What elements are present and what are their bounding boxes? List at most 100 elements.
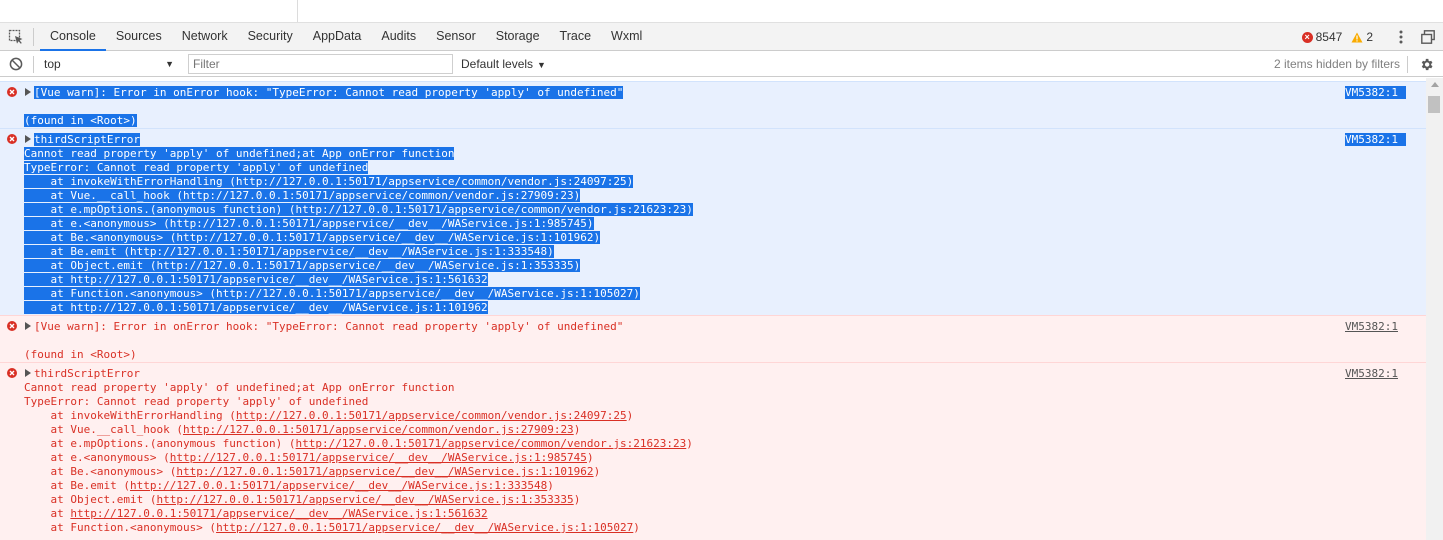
message-body: thirdScriptError Cannot read property 'ap… xyxy=(24,133,693,315)
tab-trace[interactable]: Trace xyxy=(550,23,602,51)
message-line: at Object.emit (http://127.0.0.1:50171/a… xyxy=(24,493,693,507)
message-line-text: at e.mpOptions.(anonymous function) (htt… xyxy=(24,203,693,216)
console-message[interactable]: VM5382:1 thirdScriptError Cannot read prop… xyxy=(0,128,1426,315)
message-line: at http://127.0.0.1:50171/appservice/__d… xyxy=(24,507,693,521)
warning-count-icon xyxy=(1351,32,1363,42)
error-icon xyxy=(7,368,17,378)
tab-network[interactable]: Network xyxy=(172,23,238,51)
error-count-icon: × xyxy=(1301,31,1313,43)
clear-console-icon[interactable] xyxy=(9,57,23,71)
message-line-text: at invokeWithErrorHandling (http://127.0… xyxy=(24,175,634,188)
message-line: at invokeWithErrorHandling (http://127.0… xyxy=(24,175,693,189)
stack-frame-link[interactable]: http://127.0.0.1:50171/appservice/common… xyxy=(236,409,627,422)
message-line: at e.<anonymous> (http://127.0.0.1:50171… xyxy=(24,451,693,465)
message-line: Cannot read property 'apply' of undefine… xyxy=(24,147,693,161)
message-source-text: VM5382:1 xyxy=(1345,86,1406,99)
stack-frame: at Vue.__call_hook (http://127.0.0.1:501… xyxy=(24,423,581,436)
message-line-text: thirdScriptError xyxy=(34,133,140,146)
message-source-link[interactable]: VM5382:1 xyxy=(1345,86,1406,100)
error-icon xyxy=(7,134,17,144)
message-line-text: thirdScriptError xyxy=(34,367,140,380)
inspect-element-icon[interactable] xyxy=(8,29,24,45)
context-value: top xyxy=(44,57,61,71)
message-source-text: VM5382:1 xyxy=(1345,133,1406,146)
stack-frame: at e.<anonymous> (http://127.0.0.1:50171… xyxy=(24,451,594,464)
scroll-thumb[interactable] xyxy=(1428,96,1440,113)
stack-frame-link[interactable]: http://127.0.0.1:50171/appservice/common… xyxy=(296,437,687,450)
tab-sensor[interactable]: Sensor xyxy=(426,23,486,51)
stack-frame-link[interactable]: http://127.0.0.1:50171/appservice/__dev_… xyxy=(170,451,587,464)
stack-frame-link[interactable]: http://127.0.0.1:50171/appservice/__dev_… xyxy=(216,521,633,534)
panel-tabs: Console Sources Network Security AppData Audi… xyxy=(40,23,652,51)
context-select[interactable]: top ▼ xyxy=(38,54,178,75)
console-message[interactable]: VM5382:1 [Vue warn]: Error in onError hoo… xyxy=(0,315,1426,362)
filter-divider xyxy=(33,56,34,73)
message-body: thirdScriptError Cannot read property 'ap… xyxy=(24,367,693,535)
more-options-icon[interactable] xyxy=(1397,29,1405,45)
tab-sources[interactable]: Sources xyxy=(106,23,172,51)
console-message[interactable]: VM5382:1 [Vue warn]: Error in onError hoo… xyxy=(0,81,1426,128)
tab-appdata[interactable]: AppData xyxy=(303,23,372,51)
message-source-link[interactable]: VM5382:1 xyxy=(1345,367,1398,381)
stack-frame-link[interactable]: http://127.0.0.1:50171/appservice/__dev_… xyxy=(130,479,547,492)
stack-frame: at invokeWithErrorHandling (http://127.0… xyxy=(24,409,634,422)
tab-console[interactable]: Console xyxy=(40,23,106,51)
stack-frame-link[interactable]: http://127.0.0.1:50171/appservice/__dev_… xyxy=(156,493,573,506)
top-strip-divider xyxy=(297,0,298,22)
message-line-text: [Vue warn]: Error in onError hook: "Type… xyxy=(34,320,624,333)
message-line xyxy=(24,334,623,348)
message-source-link[interactable]: VM5382:1 xyxy=(1345,133,1406,147)
message-line: at e.mpOptions.(anonymous function) (htt… xyxy=(24,437,692,451)
message-line-text: (found in <Root>) xyxy=(24,114,137,127)
message-body: [Vue warn]: Error in onError hook: "Type… xyxy=(24,86,624,128)
hidden-items-note: 2 items hidden by filters xyxy=(1273,57,1400,71)
message-line: thirdScriptError xyxy=(24,133,693,147)
message-source-text: VM5382:1 xyxy=(1345,320,1398,333)
console-message[interactable]: VM5382:1 thirdScriptError Cannot read prop… xyxy=(0,362,1426,540)
message-line: at e.mpOptions.(anonymous function) (htt… xyxy=(24,203,693,217)
message-line: at Be.emit (http://127.0.0.1:50171/appse… xyxy=(24,479,693,493)
error-icon xyxy=(7,87,17,97)
message-source-text: VM5382:1 xyxy=(1345,367,1398,380)
message-line-text: at e.<anonymous> (http://127.0.0.1:50171… xyxy=(24,217,594,230)
stack-frame: at Be.emit (http://127.0.0.1:50171/appse… xyxy=(24,479,554,492)
console-output[interactable]: VM5382:1 [Vue warn]: Error in onError hoo… xyxy=(0,78,1426,540)
message-line: at http://127.0.0.1:50171/appservice/__d… xyxy=(24,301,693,315)
dock-side-icon[interactable] xyxy=(1421,30,1435,44)
log-levels-dropdown[interactable]: Default levels ▼ xyxy=(461,52,546,77)
message-line-text: at http://127.0.0.1:50171/appservice/__d… xyxy=(24,301,488,314)
tab-storage[interactable]: Storage xyxy=(486,23,550,51)
message-line: (found in <Root>) xyxy=(24,114,623,128)
message-line: at Vue.__call_hook (http://127.0.0.1:501… xyxy=(24,423,693,437)
filter-divider-right xyxy=(1407,56,1408,73)
message-line-text: at http://127.0.0.1:50171/appservice/__d… xyxy=(24,273,488,286)
message-line xyxy=(24,100,623,114)
scroll-up-arrow-icon[interactable] xyxy=(1431,82,1439,87)
stack-frame-link[interactable]: http://127.0.0.1:50171/appservice/__dev_… xyxy=(70,507,487,520)
message-line: [Vue warn]: Error in onError hook: "Type… xyxy=(24,320,623,334)
tab-bar-divider xyxy=(33,28,34,46)
window-top-strip xyxy=(0,0,1443,23)
stack-frame-link[interactable]: http://127.0.0.1:50171/appservice/common… xyxy=(183,423,574,436)
chevron-down-icon: ▼ xyxy=(165,59,174,69)
message-line: (found in <Root>) xyxy=(24,348,623,362)
message-line: at invokeWithErrorHandling (http://127.0… xyxy=(24,409,693,423)
message-line: at Vue.__call_hook (http://127.0.0.1:501… xyxy=(24,189,693,203)
message-line-text: TypeError: Cannot read property 'apply' … xyxy=(24,161,369,174)
tab-security[interactable]: Security xyxy=(238,23,303,51)
tab-audits[interactable]: Audits xyxy=(371,23,426,51)
filter-input[interactable] xyxy=(188,54,453,74)
message-line: at http://127.0.0.1:50171/appservice/__d… xyxy=(24,273,693,287)
tab-wxml[interactable]: Wxml xyxy=(601,23,652,51)
issue-counters[interactable]: × 8547 2 xyxy=(1301,23,1373,51)
message-line-text: at Be.<anonymous> (http://127.0.0.1:5017… xyxy=(24,231,601,244)
message-line-text: at Object.emit (http://127.0.0.1:50171/a… xyxy=(24,259,581,272)
message-source-link[interactable]: VM5382:1 xyxy=(1345,320,1398,334)
console-scrollbar[interactable] xyxy=(1426,78,1443,540)
stack-frame-link[interactable]: http://127.0.0.1:50171/appservice/__dev_… xyxy=(176,465,593,478)
message-line-text: Cannot read property 'apply' of undefine… xyxy=(24,381,455,394)
message-line: TypeError: Cannot read property 'apply' … xyxy=(24,395,693,409)
message-line-text: Cannot read property 'apply' of undefine… xyxy=(24,147,455,160)
message-line: Cannot read property 'apply' of undefine… xyxy=(24,381,693,395)
gear-icon[interactable] xyxy=(1419,57,1434,72)
